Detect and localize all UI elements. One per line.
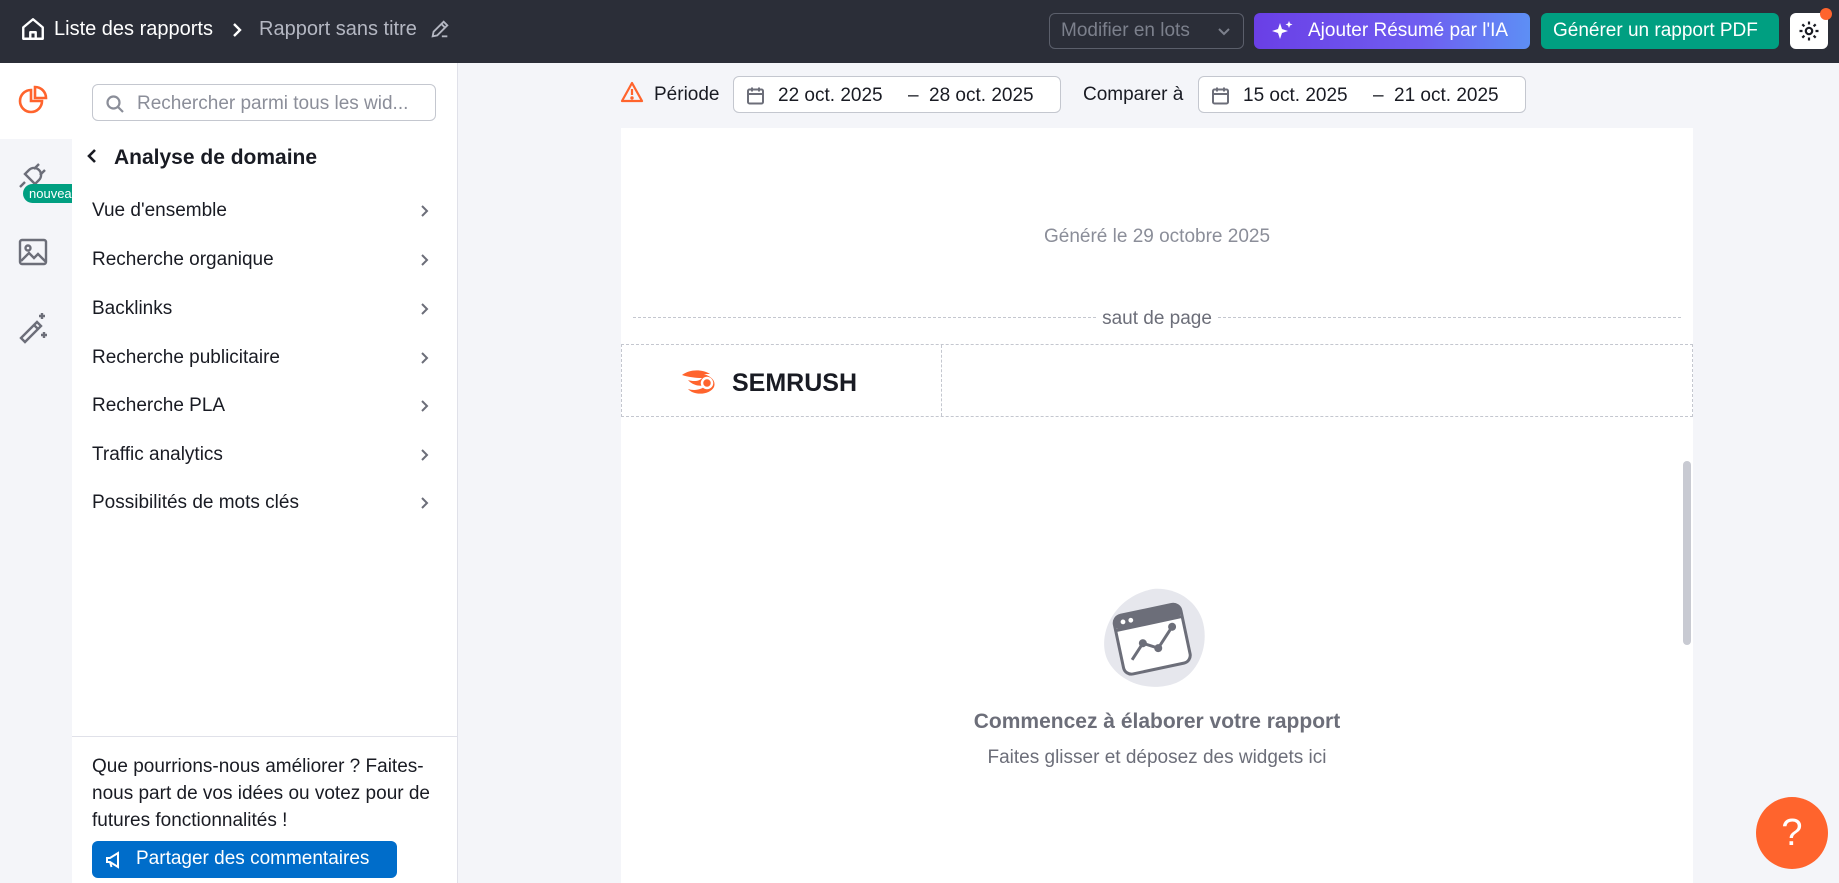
period-end-date: 28 oct. 2025 — [929, 85, 1034, 106]
breadcrumb-report-list[interactable]: Liste des rapports — [54, 18, 213, 41]
page-break-label: saut de page — [1097, 308, 1217, 330]
help-button[interactable]: ? — [1756, 797, 1828, 869]
sidebar-item-label: Traffic analytics — [92, 444, 223, 465]
bulk-edit-label: Modifier en lots — [1061, 20, 1190, 41]
chevron-right-icon — [421, 205, 429, 217]
report-header-row[interactable]: SEMRUSH — [621, 344, 1693, 417]
chevron-right-icon — [421, 254, 429, 266]
compare-start-date: 15 oct. 2025 — [1243, 85, 1348, 106]
gear-icon — [1799, 21, 1819, 41]
sidebar-item-traffic-analytics[interactable]: Traffic analytics — [92, 435, 438, 475]
chevron-down-icon — [1218, 28, 1230, 36]
image-icon[interactable] — [16, 235, 50, 269]
settings-button[interactable] — [1790, 8, 1832, 49]
ai-summary-label: Ajouter Résumé par l'IA — [1308, 20, 1509, 41]
semrush-logo: SEMRUSH — [682, 369, 857, 397]
sidebar-item-label: Possibilités de mots clés — [92, 492, 299, 513]
compare-date-range[interactable]: 15 oct. 2025 – 21 oct. 2025 — [1198, 76, 1526, 113]
notification-dot — [1820, 8, 1832, 20]
sidebar-item-label: Recherche PLA — [92, 395, 226, 416]
date-dash: – — [908, 85, 919, 106]
feedback-text: Que pourrions-nous améliorer ? Faites-no… — [92, 756, 431, 831]
compare-end-date: 21 oct. 2025 — [1394, 85, 1499, 106]
widgets-chart-icon[interactable] — [16, 84, 50, 118]
top-bar: Liste des rapports Rapport sans titre Mo… — [0, 0, 1839, 63]
megaphone-icon — [106, 851, 119, 869]
sidebar-item-pla-research[interactable]: Recherche PLA — [92, 386, 438, 426]
empty-state-title: Commencez à élaborer votre rapport — [973, 710, 1341, 733]
sidebar-item-organic-research[interactable]: Recherche organique — [92, 240, 438, 280]
chevron-right-icon — [421, 400, 429, 412]
share-feedback-button[interactable]: Partager des commentaires — [92, 841, 397, 878]
report-title[interactable]: Rapport sans titre — [259, 18, 417, 41]
ai-summary-button[interactable]: Ajouter Résumé par l'IA — [1254, 13, 1530, 49]
feedback-panel: Que pourrions-nous améliorer ? Faites-no… — [72, 736, 457, 883]
sidebar-item-overview[interactable]: Vue d'ensemble — [92, 191, 438, 231]
sidebar-item-advertising-research[interactable]: Recherche publicitaire — [92, 338, 438, 378]
widget-search-input[interactable]: Rechercher parmi tous les wid... — [92, 84, 436, 121]
search-placeholder: Rechercher parmi tous les wid... — [137, 93, 409, 114]
share-feedback-label: Partager des commentaires — [136, 848, 370, 869]
chevron-right-icon — [421, 303, 429, 315]
sidebar-item-label: Recherche organique — [92, 249, 274, 270]
period-date-range[interactable]: 22 oct. 2025 – 28 oct. 2025 — [733, 76, 1061, 113]
report-canvas: Généré le 29 octobre 2025 saut de page S… — [621, 128, 1693, 883]
period-start-date: 22 oct. 2025 — [778, 85, 883, 106]
sidebar-item-label: Backlinks — [92, 298, 173, 319]
compare-label: Comparer à — [1083, 84, 1184, 105]
chevron-right-icon — [421, 352, 429, 364]
svg-text:SEMRUSH: SEMRUSH — [732, 369, 857, 397]
chevron-right-icon — [421, 449, 429, 461]
icon-rail: nouveau — [0, 63, 85, 883]
magic-wand-icon[interactable] — [16, 310, 50, 344]
sparkle-icon — [1272, 21, 1293, 39]
calendar-icon — [747, 87, 764, 105]
generate-pdf-button[interactable]: Générer un rapport PDF — [1541, 13, 1779, 49]
chevron-right-icon — [421, 497, 429, 509]
sidebar-item-label: Recherche publicitaire — [92, 347, 280, 368]
edit-title-icon[interactable] — [429, 18, 451, 40]
widget-sidebar: Rechercher parmi tous les wid... Analyse… — [72, 63, 458, 883]
warning-icon — [620, 81, 644, 103]
sidebar-item-keyword-gap[interactable]: Possibilités de mots clés — [92, 483, 438, 523]
sidebar-item-backlinks[interactable]: Backlinks — [92, 289, 438, 329]
section-title: Analyse de domaine — [114, 146, 318, 169]
calendar-icon — [1212, 87, 1229, 105]
empty-report-illustration — [1104, 588, 1205, 687]
bulk-edit-dropdown[interactable]: Modifier en lots — [1049, 13, 1244, 49]
generated-date: Généré le 29 octobre 2025 — [1043, 226, 1271, 247]
sidebar-item-label: Vue d'ensemble — [92, 200, 227, 221]
search-icon — [106, 95, 124, 113]
scrollbar[interactable] — [1683, 461, 1691, 645]
date-dash: – — [1373, 85, 1384, 106]
breadcrumb-chevron-icon — [233, 23, 242, 37]
empty-state-subtitle: Faites glisser et déposez des widgets ic… — [987, 747, 1327, 768]
period-label: Période — [654, 84, 720, 105]
chevron-left-icon[interactable] — [84, 147, 102, 165]
home-icon[interactable] — [20, 16, 46, 42]
header-divider — [941, 345, 942, 416]
generate-pdf-label: Générer un rapport PDF — [1553, 20, 1758, 41]
